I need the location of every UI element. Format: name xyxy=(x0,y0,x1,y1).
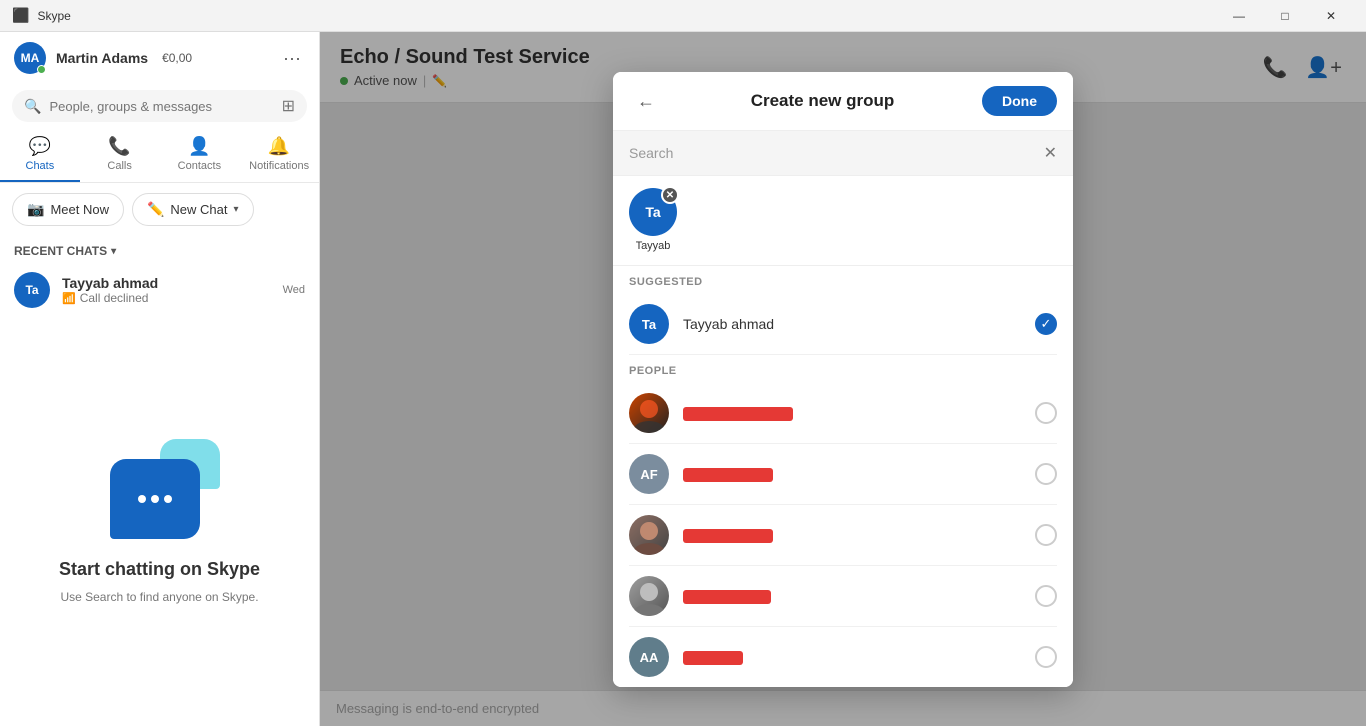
chat-avatar: Ta xyxy=(14,272,50,308)
avatar: MA xyxy=(14,42,46,74)
search-input-wrap: 🔍 ⊞ xyxy=(12,90,307,122)
meet-now-button[interactable]: 📷 Meet Now xyxy=(12,193,124,226)
chat-time: Wed xyxy=(283,284,305,296)
notifications-icon: 🔔 xyxy=(268,136,290,157)
modal-title: Create new group xyxy=(663,91,982,111)
chat-name: Tayyab ahmad xyxy=(62,275,271,291)
meet-now-icon: 📷 xyxy=(27,201,44,218)
contact-checkbox-4[interactable] xyxy=(1035,585,1057,607)
big-bubble xyxy=(110,459,200,539)
modal-search-bar: ✕ xyxy=(613,131,1073,176)
wifi-icon: 📶 xyxy=(62,292,76,305)
grid-icon[interactable]: ⊞ xyxy=(282,96,295,116)
contact-avatar-3 xyxy=(629,515,669,555)
search-input[interactable] xyxy=(49,99,273,114)
modal-header: ← Create new group Done xyxy=(613,72,1073,131)
profile-balance: €0,00 xyxy=(162,51,192,65)
new-chat-icon: ✏️ xyxy=(147,201,164,218)
dropdown-icon: ▾ xyxy=(233,204,238,215)
people-label: PEOPLE xyxy=(613,355,1073,383)
selected-contacts-area: Ta ✕ Tayyab xyxy=(613,176,1073,266)
modal-clear-button[interactable]: ✕ xyxy=(1044,143,1057,163)
app-name: Skype xyxy=(37,9,70,23)
contact-avatar-1 xyxy=(629,393,669,433)
minimize-button[interactable]: — xyxy=(1216,0,1262,32)
modal-search-input[interactable] xyxy=(629,145,1034,161)
selected-contact: Ta ✕ Tayyab xyxy=(629,188,677,253)
window-controls: — □ ✕ xyxy=(1216,0,1354,32)
tab-notifications[interactable]: 🔔 Notifications xyxy=(239,128,319,182)
modal-overlay: ← Create new group Done ✕ Ta ✕ xyxy=(320,32,1366,726)
profile-left: MA Martin Adams €0,00 xyxy=(14,42,192,74)
chats-icon: 💬 xyxy=(29,136,51,157)
remove-contact-button[interactable]: ✕ xyxy=(661,186,679,204)
selected-contact-name: Tayyab xyxy=(636,240,671,252)
contact-checkbox-2[interactable] xyxy=(1035,463,1057,485)
contact-name-redacted-3 xyxy=(683,527,1021,543)
contact-avatar-af: AF xyxy=(629,454,669,494)
contact-avatar-aa: AA xyxy=(629,637,669,677)
contact-row[interactable]: AF xyxy=(613,444,1073,504)
close-button[interactable]: ✕ xyxy=(1308,0,1354,32)
skype-logo-icon: ⬛ xyxy=(12,7,29,24)
chevron-down-icon: ▾ xyxy=(111,246,116,257)
illustration-desc: Use Search to find anyone on Skype. xyxy=(60,588,258,606)
contact-name-redacted-2 xyxy=(683,466,1021,482)
contact-checkbox-5[interactable] xyxy=(1035,646,1057,668)
contact-checkbox-checked[interactable]: ✓ xyxy=(1035,313,1057,335)
new-chat-button[interactable]: ✏️ New Chat ▾ xyxy=(132,193,254,226)
illustration-area: Start chatting on Skype Use Search to fi… xyxy=(0,318,319,726)
contact-name-redacted-4 xyxy=(683,588,1021,604)
selected-avatar: Ta ✕ xyxy=(629,188,677,236)
online-indicator xyxy=(37,65,46,74)
contact-name-redacted-5 xyxy=(683,649,1021,665)
suggested-contact-row[interactable]: Ta Tayyab ahmad ✓ xyxy=(613,294,1073,354)
main-content: Echo / Sound Test Service Active now | ✏… xyxy=(320,32,1366,726)
tab-chats-label: Chats xyxy=(26,160,55,172)
chat-info: Tayyab ahmad 📶 Call declined xyxy=(62,275,271,305)
chat-preview: 📶 Call declined xyxy=(62,291,271,305)
contact-avatar-ta: Ta xyxy=(629,304,669,344)
new-chat-label: New Chat xyxy=(170,202,227,217)
create-group-modal: ← Create new group Done ✕ Ta ✕ xyxy=(613,72,1073,687)
contact-name-redacted-1 xyxy=(683,405,1021,421)
contact-row[interactable] xyxy=(613,566,1073,626)
contact-avatar-4 xyxy=(629,576,669,616)
contact-row[interactable] xyxy=(613,383,1073,443)
profile-name: Martin Adams xyxy=(56,50,148,66)
sidebar: MA Martin Adams €0,00 ··· 🔍 ⊞ 💬 Chats xyxy=(0,32,320,726)
action-buttons: 📷 Meet Now ✏️ New Chat ▾ xyxy=(0,183,319,236)
tab-chats[interactable]: 💬 Chats xyxy=(0,128,80,182)
illustration-title: Start chatting on Skype xyxy=(59,559,260,580)
nav-tabs: 💬 Chats 📞 Calls 👤 Contacts 🔔 Notificatio… xyxy=(0,128,319,183)
tab-notifications-label: Notifications xyxy=(249,160,309,172)
search-bar: 🔍 ⊞ xyxy=(0,84,319,128)
tab-calls[interactable]: 📞 Calls xyxy=(80,128,160,182)
contact-name: Tayyab ahmad xyxy=(683,316,1021,332)
profile-area: MA Martin Adams €0,00 ··· xyxy=(0,32,319,84)
recent-chats-label: RECENT CHATS ▾ xyxy=(0,236,319,262)
app-title: ⬛ Skype xyxy=(12,7,71,24)
tab-contacts[interactable]: 👤 Contacts xyxy=(160,128,240,182)
search-icon: 🔍 xyxy=(24,98,41,115)
chat-bubbles-illustration xyxy=(100,439,220,539)
app-body: MA Martin Adams €0,00 ··· 🔍 ⊞ 💬 Chats xyxy=(0,32,1366,726)
tab-contacts-label: Contacts xyxy=(178,160,221,172)
contact-row[interactable] xyxy=(613,505,1073,565)
modal-back-button[interactable]: ← xyxy=(629,87,663,116)
tab-calls-label: Calls xyxy=(107,160,131,172)
meet-now-label: Meet Now xyxy=(50,202,109,217)
contact-row[interactable]: AA xyxy=(613,627,1073,687)
modal-done-button[interactable]: Done xyxy=(982,86,1057,116)
contact-checkbox-1[interactable] xyxy=(1035,402,1057,424)
title-bar: ⬛ Skype — □ ✕ xyxy=(0,0,1366,32)
more-options-button[interactable]: ··· xyxy=(279,44,305,73)
modal-body: SUGGESTED Ta Tayyab ahmad ✓ PEOPLE xyxy=(613,266,1073,687)
chat-item[interactable]: Ta Tayyab ahmad 📶 Call declined Wed xyxy=(0,262,319,318)
maximize-button[interactable]: □ xyxy=(1262,0,1308,32)
contact-checkbox-3[interactable] xyxy=(1035,524,1057,546)
suggested-label: SUGGESTED xyxy=(613,266,1073,294)
contacts-icon: 👤 xyxy=(188,136,210,157)
calls-icon: 📞 xyxy=(108,136,130,157)
